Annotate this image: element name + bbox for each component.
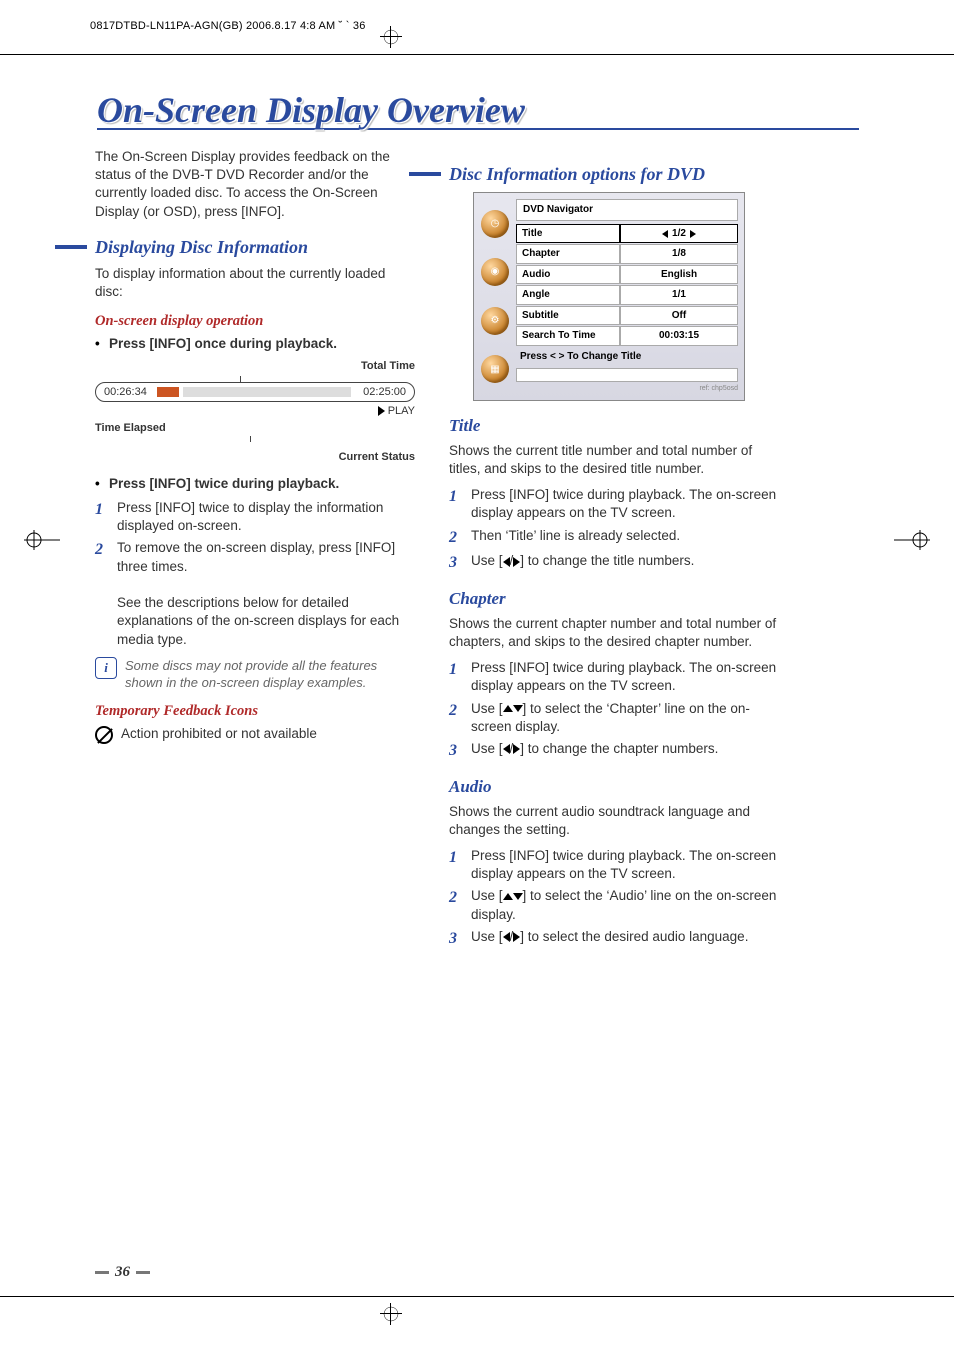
audio-desc: Shows the current audio soundtrack langu… bbox=[449, 803, 779, 839]
header-stamp: 0817DTBD-LN11PA-AGN(GB) 2006.8.17 4:8 AM… bbox=[90, 20, 366, 32]
arrow-left-icon bbox=[662, 230, 668, 238]
heading-disc-info-options: Disc Information options for DVD bbox=[449, 162, 779, 186]
registration-mark-bottom bbox=[380, 1303, 402, 1325]
step-text: Use [/] to change the title numbers. bbox=[471, 552, 779, 574]
note-row: i Some discs may not provide all the fea… bbox=[95, 657, 415, 692]
right-column: Disc Information options for DVD ◷ ◉ ⚙ ▦… bbox=[449, 148, 779, 957]
arrow-down-icon bbox=[513, 893, 523, 900]
intro-text: The On-Screen Display provides feedback … bbox=[95, 148, 415, 221]
step-text: Press [INFO] twice during playback. The … bbox=[471, 847, 779, 883]
gear-icon: ⚙ bbox=[481, 307, 509, 335]
navigator-value: 1/8 bbox=[620, 244, 738, 264]
navigator-key: Audio bbox=[516, 265, 620, 285]
heading-temporary-feedback: Temporary Feedback Icons bbox=[95, 702, 415, 722]
navigator-hint: Press < > To Change Title bbox=[516, 347, 738, 367]
navigator-row: Search To Time00:03:15 bbox=[516, 326, 738, 346]
trim-line-bottom bbox=[0, 1296, 954, 1297]
progress-bar-figure: Total Time 00:26:34 02:25:00 PLAY Time E… bbox=[95, 359, 415, 464]
page-title: On-Screen Display Overview bbox=[97, 92, 859, 130]
displaying-disc-info-text: To display information about the current… bbox=[95, 265, 415, 301]
time-total-value: 02:25:00 bbox=[355, 385, 414, 400]
registration-mark-top bbox=[380, 26, 402, 48]
navigator-value: 1/1 bbox=[620, 285, 738, 305]
navigator-key: Chapter bbox=[516, 244, 620, 264]
registration-mark-left bbox=[24, 530, 60, 550]
prohibit-row: Action prohibited or not available bbox=[95, 725, 415, 743]
heading-audio: Audio bbox=[449, 776, 779, 799]
bullet-press-info-once: Press [INFO] once during playback. bbox=[95, 335, 415, 353]
navigator-row: Title1/2 bbox=[516, 224, 738, 244]
arrow-right-icon bbox=[690, 230, 696, 238]
arrow-up-icon bbox=[503, 705, 513, 712]
info-icon: i bbox=[95, 657, 117, 679]
step-text: To remove the on-screen display, press [… bbox=[117, 539, 415, 648]
navigator-key: Subtitle bbox=[516, 306, 620, 326]
navigator-value: 1/2 bbox=[620, 224, 738, 244]
progress-bar: 00:26:34 02:25:00 bbox=[95, 382, 415, 402]
page: 0817DTBD-LN11PA-AGN(GB) 2006.8.17 4:8 AM… bbox=[0, 0, 954, 1351]
step-number: 1 bbox=[95, 499, 107, 535]
navigator-footnote: ref: chp5osd bbox=[516, 384, 738, 393]
navigator-key: Angle bbox=[516, 285, 620, 305]
step-text: Press [INFO] twice during playback. The … bbox=[471, 486, 779, 522]
navigator-key: Search To Time bbox=[516, 326, 620, 346]
note-text: Some discs may not provide all the featu… bbox=[125, 657, 415, 692]
step-text: Then ‘Title’ line is already selected. bbox=[471, 527, 779, 549]
play-status: PLAY bbox=[378, 404, 415, 419]
prohibit-icon bbox=[95, 726, 113, 744]
prohibit-text: Action prohibited or not available bbox=[121, 725, 317, 743]
left-column: The On-Screen Display provides feedback … bbox=[95, 148, 415, 957]
navigator-value: 00:03:15 bbox=[620, 326, 738, 346]
navigator-row: AudioEnglish bbox=[516, 265, 738, 285]
arrow-up-icon bbox=[503, 893, 513, 900]
title-desc: Shows the current title number and total… bbox=[449, 442, 779, 478]
content-columns: The On-Screen Display provides feedback … bbox=[95, 148, 859, 957]
navigator-empty-field bbox=[516, 368, 738, 382]
heading-displaying-disc-info: Displaying Disc Information bbox=[95, 235, 415, 259]
navigator-value: Off bbox=[620, 306, 738, 326]
navigator-row: Chapter1/8 bbox=[516, 244, 738, 264]
navigator-row: Angle1/1 bbox=[516, 285, 738, 305]
arrow-left-icon bbox=[503, 744, 510, 754]
navigator-row: SubtitleOff bbox=[516, 306, 738, 326]
play-icon bbox=[378, 406, 385, 416]
arrow-left-icon bbox=[503, 557, 510, 567]
step-text: Use [/] to change the chapter numbers. bbox=[471, 740, 779, 762]
time-elapsed-value: 00:26:34 bbox=[96, 385, 155, 400]
step-number: 2 bbox=[95, 539, 107, 648]
step-text: Use [/] to select the desired audio lang… bbox=[471, 928, 779, 950]
heading-chapter: Chapter bbox=[449, 588, 779, 611]
step-text: Use [] to select the ‘Chapter’ line on t… bbox=[471, 700, 779, 736]
step-text: Use [] to select the ‘Audio’ line on the… bbox=[471, 887, 779, 923]
arrow-left-icon bbox=[503, 932, 510, 942]
step-text: Press [INFO] twice during playback. The … bbox=[471, 659, 779, 695]
heading-osd-operation: On-screen display operation bbox=[95, 312, 415, 332]
heading-title: Title bbox=[449, 415, 779, 438]
navigator-title: DVD Navigator bbox=[516, 199, 738, 221]
registration-mark-right bbox=[894, 530, 930, 550]
label-current-status: Current Status bbox=[339, 450, 415, 465]
trim-line-top bbox=[0, 54, 954, 55]
step-text: Press [INFO] twice to display the inform… bbox=[117, 499, 415, 535]
clock-icon: ◷ bbox=[481, 210, 509, 238]
chapter-desc: Shows the current chapter number and tot… bbox=[449, 615, 779, 651]
label-total-time: Total Time bbox=[361, 359, 415, 374]
label-time-elapsed: Time Elapsed bbox=[95, 421, 166, 436]
schedule-icon: ▦ bbox=[481, 355, 509, 383]
bullet-press-info-twice: Press [INFO] twice during playback. bbox=[95, 475, 415, 493]
navigator-value: English bbox=[620, 265, 738, 285]
disc-icon: ◉ bbox=[481, 258, 509, 286]
page-number: 36 bbox=[95, 1264, 150, 1281]
arrow-down-icon bbox=[513, 705, 523, 712]
dvd-navigator: ◷ ◉ ⚙ ▦ DVD Navigator Title1/2Chapter1/8… bbox=[473, 192, 745, 400]
navigator-key: Title bbox=[516, 224, 620, 244]
navigator-side-icons: ◷ ◉ ⚙ ▦ bbox=[478, 199, 512, 393]
